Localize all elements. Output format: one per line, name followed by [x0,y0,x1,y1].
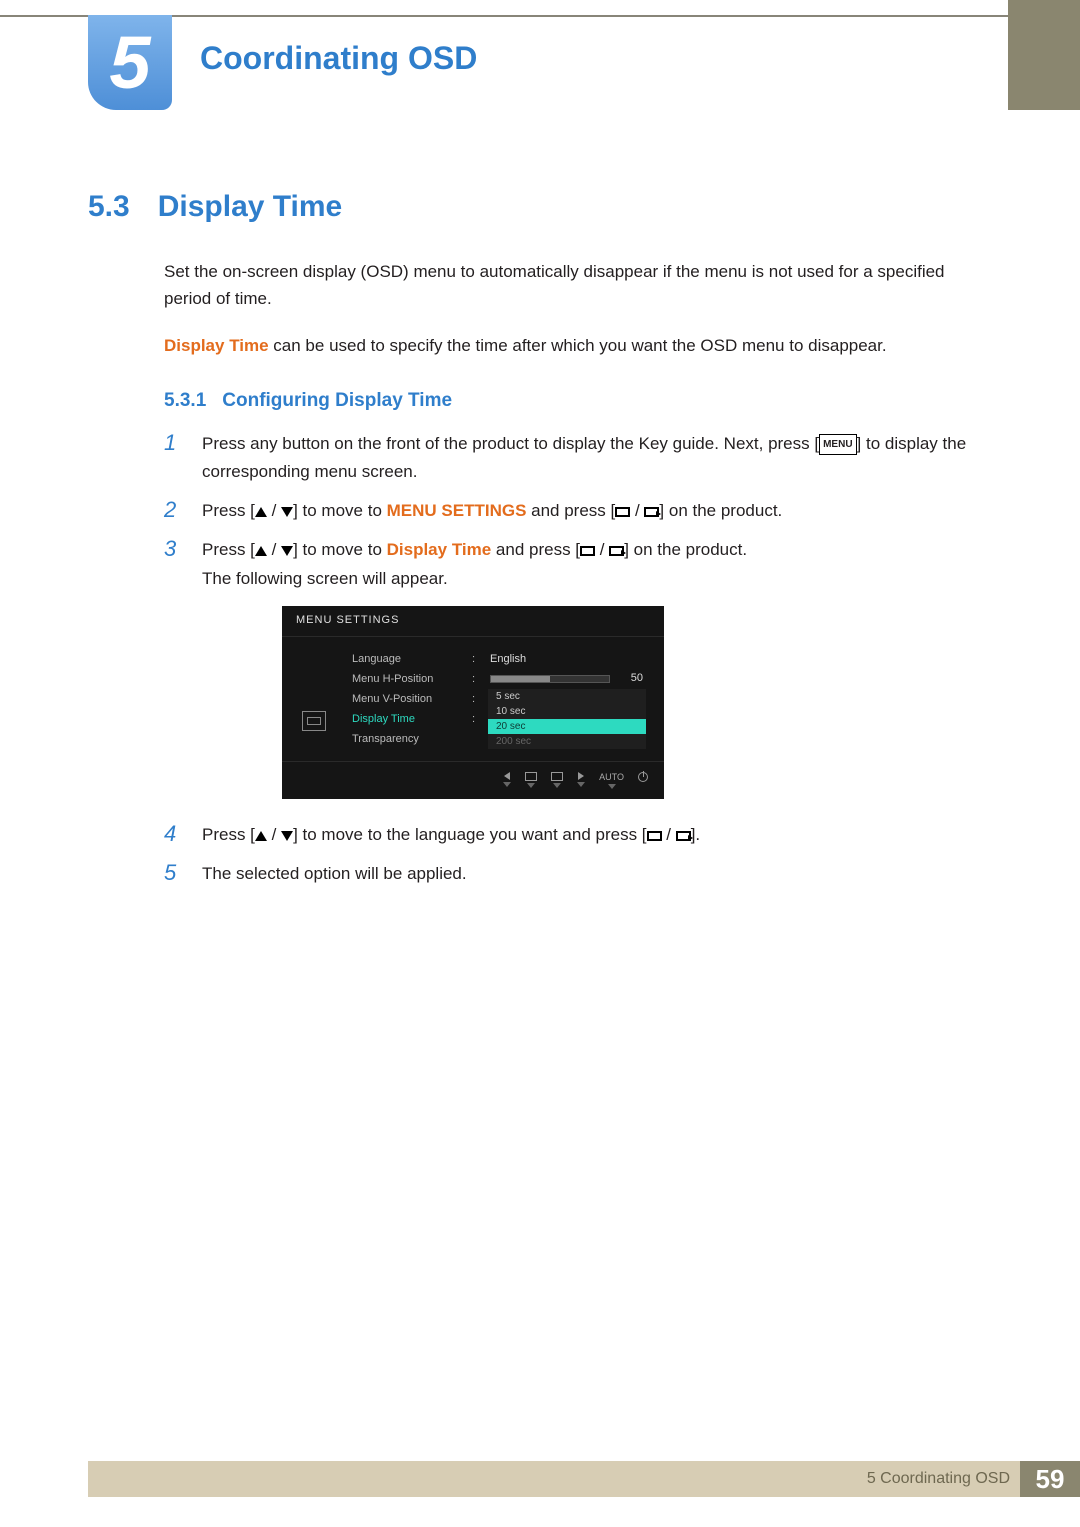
up-icon [255,546,267,556]
osd-nav-left-icon [503,772,511,789]
down-icon [281,831,293,841]
step-text: Press any button on the front of the pro… [202,430,992,488]
step-number: 5 [164,860,184,889]
osd-category-icon [302,711,326,731]
step-3: 3 Press [ / ] to move to Display Time an… [164,536,992,594]
osd-slider: 50 [490,673,648,685]
page-content: 5.3 Display Time Set the on-screen displ… [88,190,992,899]
step-5: 5 The selected option will be applied. [164,860,992,889]
enter-icon [676,831,691,841]
down-icon [281,546,293,556]
step-4: 4 Press [ / ] to move to the language yo… [164,821,992,850]
intro-keyword: Display Time [164,336,269,355]
menu-button-icon: MENU [819,434,856,455]
osd-row-hposition: Menu H-Position : 50 [352,669,648,689]
select-icon [580,546,595,556]
select-icon [615,507,630,517]
intro-paragraph-1: Set the on-screen display (OSD) menu to … [164,258,992,312]
step-number: 1 [164,430,184,488]
step-note: The following screen will appear. [202,565,747,594]
chapter-number: 5 [109,26,150,100]
section-heading: 5.3 Display Time [88,190,992,224]
dropdown-option: 5 sec [488,689,646,704]
osd-footer: AUTO [282,761,664,799]
enter-icon [644,507,659,517]
chapter-number-tab: 5 [88,15,172,110]
subsection-number: 5.3.1 [164,390,206,412]
osd-row-language: Language : English [352,649,648,669]
osd-row-displaytime: Display Time : 5 sec 10 sec 20 sec 200 s… [352,709,648,729]
enter-icon [609,546,624,556]
up-icon [255,831,267,841]
step-number: 2 [164,497,184,526]
intro-rest: can be used to specify the time after wh… [269,336,887,355]
step-text: Press [ / ] to move to MENU SETTINGS and… [202,497,782,526]
osd-value: English [490,653,648,665]
chapter-title: Coordinating OSD [200,40,477,77]
dropdown-option: 10 sec [488,704,646,719]
page-number: 59 [1020,1461,1080,1497]
osd-label: Menu H-Position [352,673,462,685]
section-title: Display Time [158,190,343,224]
step-2: 2 Press [ / ] to move to MENU SETTINGS a… [164,497,992,526]
osd-enter-icon [577,772,585,789]
osd-title: MENU SETTINGS [282,606,664,637]
osd-label: Menu V-Position [352,693,462,705]
intro-paragraph-2: Display Time can be used to specify the … [164,332,992,359]
dropdown-option: 200 sec [488,734,646,749]
footer-text: 5 Coordinating OSD [867,1470,1020,1488]
down-icon [281,507,293,517]
subsection-title: Configuring Display Time [222,390,452,412]
dropdown-list: 5 sec 10 sec 20 sec 200 sec [488,689,646,749]
osd-nav-up-icon [551,772,563,789]
step-1: 1 Press any button on the front of the p… [164,430,992,488]
footer-bar: 5 Coordinating OSD 59 [88,1461,1080,1497]
step-target: MENU SETTINGS [387,501,527,520]
osd-label: Language [352,653,462,665]
step-text: The selected option will be applied. [202,860,467,889]
osd-dropdown: 5 sec 10 sec 20 sec 200 sec [490,689,648,749]
section-number: 5.3 [88,190,130,224]
step-number: 4 [164,821,184,850]
up-icon [255,507,267,517]
corner-accent [1008,0,1080,110]
step-target: Display Time [387,540,492,559]
osd-auto-label: AUTO [599,772,624,789]
step-list: 1 Press any button on the front of the p… [164,430,992,889]
select-icon [647,831,662,841]
osd-nav-down-icon [525,772,537,789]
step-text: Press [ / ] to move to the language you … [202,821,700,850]
osd-body: Language : English Menu H-Position : 50 … [282,637,664,761]
step-number: 3 [164,536,184,594]
osd-power-icon [638,772,648,789]
osd-label-active: Display Time [352,713,462,725]
osd-label: Transparency [352,733,462,745]
dropdown-option-selected: 20 sec [488,719,646,734]
subsection-heading: 5.3.1 Configuring Display Time [164,390,992,412]
step-text: Press [ / ] to move to Display Time and … [202,536,747,594]
osd-screenshot: MENU SETTINGS Language : English Menu H-… [282,606,992,799]
osd-panel: MENU SETTINGS Language : English Menu H-… [282,606,664,799]
